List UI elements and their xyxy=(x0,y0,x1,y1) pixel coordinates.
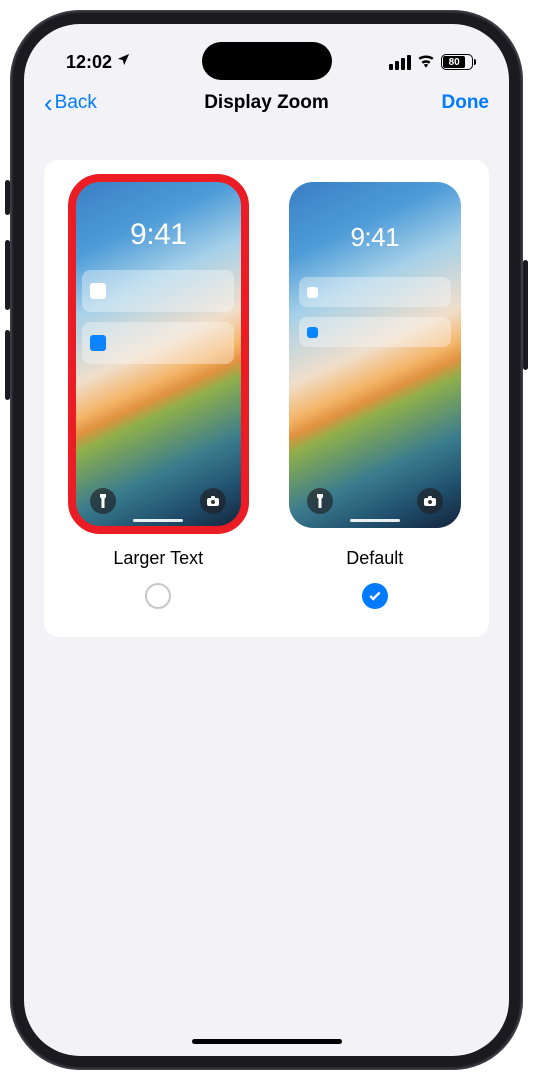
flashlight-icon xyxy=(90,488,116,514)
preview-clock: 9:41 xyxy=(289,222,461,253)
done-button[interactable]: Done xyxy=(442,92,490,114)
silent-switch xyxy=(5,180,10,215)
notification-app-icon xyxy=(90,335,106,351)
wifi-icon xyxy=(417,52,435,73)
camera-icon xyxy=(200,488,226,514)
battery-icon: 80 xyxy=(441,54,473,70)
preview-notification xyxy=(299,277,451,307)
power-button xyxy=(523,260,528,370)
preview-notification xyxy=(82,270,234,312)
dynamic-island xyxy=(202,42,332,80)
battery-percent: 80 xyxy=(443,56,465,68)
notification-app-icon xyxy=(90,283,106,299)
back-button[interactable]: ‹ Back xyxy=(44,90,97,116)
preview-notification xyxy=(299,317,451,347)
preview-notification xyxy=(82,322,234,364)
radio-unselected[interactable] xyxy=(145,583,171,609)
status-time: 12:02 xyxy=(66,52,112,73)
location-icon xyxy=(116,52,131,72)
notification-app-icon xyxy=(307,327,318,338)
camera-icon xyxy=(417,488,443,514)
radio-selected[interactable] xyxy=(362,583,388,609)
zoom-options-card: 9:41 xyxy=(44,160,489,637)
option-larger-text[interactable]: 9:41 xyxy=(62,182,255,609)
navigation-bar: ‹ Back Display Zoom Done xyxy=(24,80,509,130)
screen: 12:02 80 ‹ Back D xyxy=(24,24,509,1056)
page-title: Display Zoom xyxy=(204,92,329,114)
back-label: Back xyxy=(55,92,97,114)
home-indicator[interactable] xyxy=(192,1039,342,1044)
flashlight-icon xyxy=(307,488,333,514)
preview-home-indicator xyxy=(133,519,183,522)
notification-app-icon xyxy=(307,287,318,298)
preview-default: 9:41 xyxy=(289,182,461,528)
preview-larger-text: 9:41 xyxy=(72,182,244,528)
volume-up-button xyxy=(5,240,10,310)
option-default[interactable]: 9:41 xyxy=(279,182,472,609)
volume-down-button xyxy=(5,330,10,400)
option-label: Default xyxy=(346,548,403,569)
preview-home-indicator xyxy=(350,519,400,522)
cellular-signal-icon xyxy=(389,55,411,70)
preview-clock: 9:41 xyxy=(72,218,244,252)
chevron-left-icon: ‹ xyxy=(44,90,53,116)
checkmark-icon xyxy=(368,589,382,603)
option-label: Larger Text xyxy=(113,548,203,569)
iphone-frame: 12:02 80 ‹ Back D xyxy=(10,10,523,1070)
